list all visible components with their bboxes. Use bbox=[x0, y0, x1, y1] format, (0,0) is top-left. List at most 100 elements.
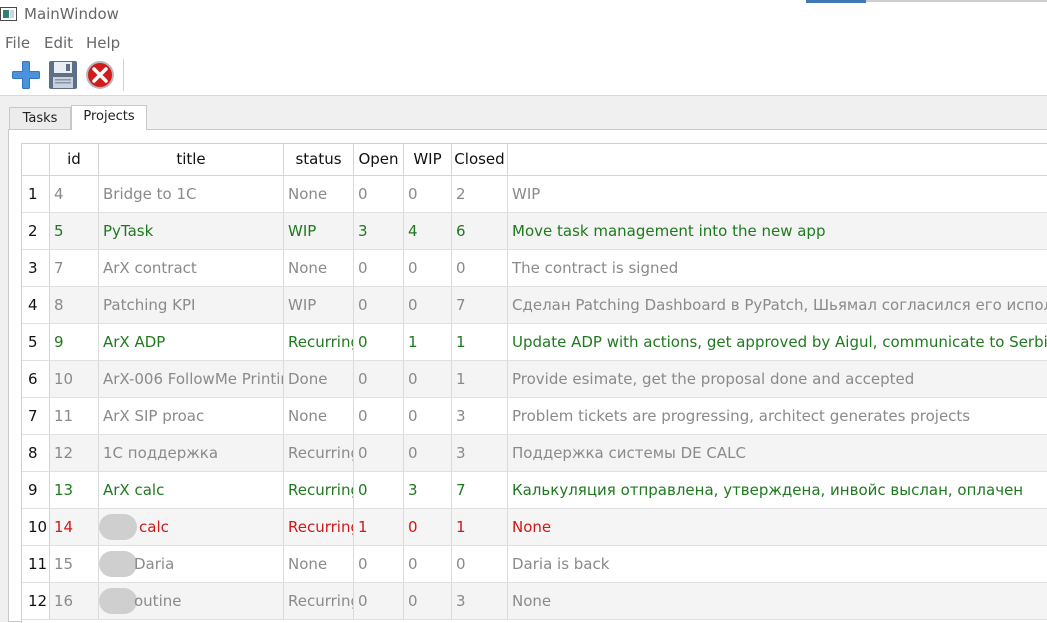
cell-status[interactable]: Recurring bbox=[284, 583, 354, 619]
header-status[interactable]: status bbox=[284, 144, 354, 176]
cell-id[interactable]: 16 bbox=[50, 583, 99, 619]
row-number[interactable]: 11 bbox=[22, 546, 50, 582]
cell-id[interactable]: 12 bbox=[50, 435, 99, 471]
cell-wip[interactable]: 0 bbox=[404, 546, 452, 582]
cell-note[interactable]: Сделан Patching Dashboard в PyPatch, Шья… bbox=[508, 287, 1047, 323]
row-number[interactable]: 8 bbox=[22, 435, 50, 471]
table-row[interactable]: 4 8 Patching KPI WIP 0 0 7 Сделан Patchi… bbox=[22, 287, 1047, 324]
cell-closed[interactable]: 3 bbox=[452, 435, 508, 471]
cell-title[interactable]: Daria bbox=[99, 546, 284, 582]
cell-id[interactable]: 13 bbox=[50, 472, 99, 508]
table-row[interactable]: 1 4 Bridge to 1C None 0 0 2 WIP bbox=[22, 176, 1047, 213]
tab-projects[interactable]: Projects bbox=[71, 105, 147, 130]
cell-closed[interactable]: 0 bbox=[452, 546, 508, 582]
row-number[interactable]: 9 bbox=[22, 472, 50, 508]
table-row[interactable]: 6 10 ArX-006 FollowMe Printing Done 0 0 … bbox=[22, 361, 1047, 398]
cell-note[interactable]: Update ADP with actions, get approved by… bbox=[508, 324, 1047, 360]
cell-title[interactable]: outine bbox=[99, 583, 284, 619]
cell-wip[interactable]: 1 bbox=[404, 324, 452, 360]
cell-note[interactable]: None bbox=[508, 509, 1047, 545]
projects-table[interactable]: id title status Open WIP Closed 1 4 Brid… bbox=[21, 143, 1047, 623]
cell-id[interactable]: 8 bbox=[50, 287, 99, 323]
table-row[interactable]: 11 15 Daria None 0 0 0 Daria is back bbox=[22, 546, 1047, 583]
cell-open[interactable]: 0 bbox=[354, 546, 404, 582]
menu-edit[interactable]: Edit bbox=[44, 34, 73, 52]
table-row[interactable]: 5 9 ArX ADP Recurring 0 1 1 Update ADP w… bbox=[22, 324, 1047, 361]
cell-open[interactable]: 0 bbox=[354, 324, 404, 360]
cell-id[interactable]: 14 bbox=[50, 509, 99, 545]
cell-note[interactable]: None bbox=[508, 583, 1047, 619]
cell-wip[interactable]: 0 bbox=[404, 361, 452, 397]
row-number[interactable]: 5 bbox=[22, 324, 50, 360]
table-row[interactable]: 3 7 ArX contract None 0 0 0 The contract… bbox=[22, 250, 1047, 287]
cell-open[interactable]: 0 bbox=[354, 361, 404, 397]
cell-status[interactable]: Recurring bbox=[284, 435, 354, 471]
cell-closed[interactable]: 1 bbox=[452, 324, 508, 360]
header-note[interactable] bbox=[508, 144, 1047, 176]
cell-open[interactable]: 0 bbox=[354, 398, 404, 434]
cell-open[interactable]: 1 bbox=[354, 509, 404, 545]
cell-wip[interactable]: 0 bbox=[404, 176, 452, 212]
header-open[interactable]: Open bbox=[354, 144, 404, 176]
add-button[interactable] bbox=[10, 59, 42, 91]
cell-note[interactable]: Provide esimate, get the proposal done a… bbox=[508, 361, 1047, 397]
cell-closed[interactable]: 3 bbox=[452, 583, 508, 619]
cell-title[interactable]: 1C поддержка bbox=[99, 435, 284, 471]
cell-open[interactable]: 0 bbox=[354, 287, 404, 323]
table-row[interactable]: 8 12 1C поддержка Recurring 0 0 3 Поддер… bbox=[22, 435, 1047, 472]
cell-wip[interactable]: 0 bbox=[404, 287, 452, 323]
cell-status[interactable]: None bbox=[284, 250, 354, 286]
row-number[interactable]: 6 bbox=[22, 361, 50, 397]
header-closed[interactable]: Closed bbox=[452, 144, 508, 176]
cell-status[interactable]: Recurring bbox=[284, 324, 354, 360]
cell-id[interactable]: 11 bbox=[50, 398, 99, 434]
cell-closed[interactable]: 1 bbox=[452, 361, 508, 397]
row-number[interactable]: 2 bbox=[22, 213, 50, 249]
cell-id[interactable]: 7 bbox=[50, 250, 99, 286]
header-id[interactable]: id bbox=[50, 144, 99, 176]
table-row[interactable]: 12 16 outine Recurring 0 0 3 None bbox=[22, 583, 1047, 620]
cell-open[interactable]: 0 bbox=[354, 472, 404, 508]
row-number[interactable]: 10 bbox=[22, 509, 50, 545]
cell-wip[interactable]: 0 bbox=[404, 435, 452, 471]
cell-title[interactable]: ArX ADP bbox=[99, 324, 284, 360]
row-number[interactable]: 7 bbox=[22, 398, 50, 434]
save-button[interactable] bbox=[47, 59, 79, 91]
cell-open[interactable]: 3 bbox=[354, 213, 404, 249]
cell-closed[interactable]: 6 bbox=[452, 213, 508, 249]
cell-id[interactable]: 15 bbox=[50, 546, 99, 582]
cell-wip[interactable]: 4 bbox=[404, 213, 452, 249]
cell-open[interactable]: 0 bbox=[354, 250, 404, 286]
cell-wip[interactable]: 0 bbox=[404, 250, 452, 286]
cell-id[interactable]: 4 bbox=[50, 176, 99, 212]
cell-status[interactable]: Recurring bbox=[284, 509, 354, 545]
cell-title[interactable]: ArX calc bbox=[99, 472, 284, 508]
cell-note[interactable]: Калькуляция отправлена, утверждена, инво… bbox=[508, 472, 1047, 508]
cell-title[interactable]: calc bbox=[99, 509, 284, 545]
header-title[interactable]: title bbox=[99, 144, 284, 176]
cell-closed[interactable]: 2 bbox=[452, 176, 508, 212]
cell-status[interactable]: None bbox=[284, 546, 354, 582]
cell-note[interactable]: Поддержка системы DE CALC bbox=[508, 435, 1047, 471]
close-button[interactable] bbox=[84, 59, 116, 91]
menu-file[interactable]: File bbox=[5, 34, 30, 52]
table-row[interactable]: 2 5 PyTask WIP 3 4 6 Move task managemen… bbox=[22, 213, 1047, 250]
cell-title[interactable]: ArX-006 FollowMe Printing bbox=[99, 361, 284, 397]
cell-status[interactable]: Recurring bbox=[284, 472, 354, 508]
cell-closed[interactable]: 0 bbox=[452, 250, 508, 286]
header-wip[interactable]: WIP bbox=[404, 144, 452, 176]
cell-status[interactable]: WIP bbox=[284, 213, 354, 249]
cell-open[interactable]: 0 bbox=[354, 583, 404, 619]
tab-tasks[interactable]: Tasks bbox=[9, 107, 71, 129]
cell-note[interactable]: Move task management into the new app bbox=[508, 213, 1047, 249]
cell-closed[interactable]: 7 bbox=[452, 287, 508, 323]
cell-status[interactable]: WIP bbox=[284, 287, 354, 323]
cell-note[interactable]: The contract is signed bbox=[508, 250, 1047, 286]
cell-note[interactable]: Daria is back bbox=[508, 546, 1047, 582]
row-number[interactable]: 1 bbox=[22, 176, 50, 212]
cell-title[interactable]: Bridge to 1C bbox=[99, 176, 284, 212]
cell-open[interactable]: 0 bbox=[354, 435, 404, 471]
table-row[interactable]: 9 13 ArX calc Recurring 0 3 7 Калькуляци… bbox=[22, 472, 1047, 509]
menu-help[interactable]: Help bbox=[86, 34, 120, 52]
cell-closed[interactable]: 1 bbox=[452, 509, 508, 545]
